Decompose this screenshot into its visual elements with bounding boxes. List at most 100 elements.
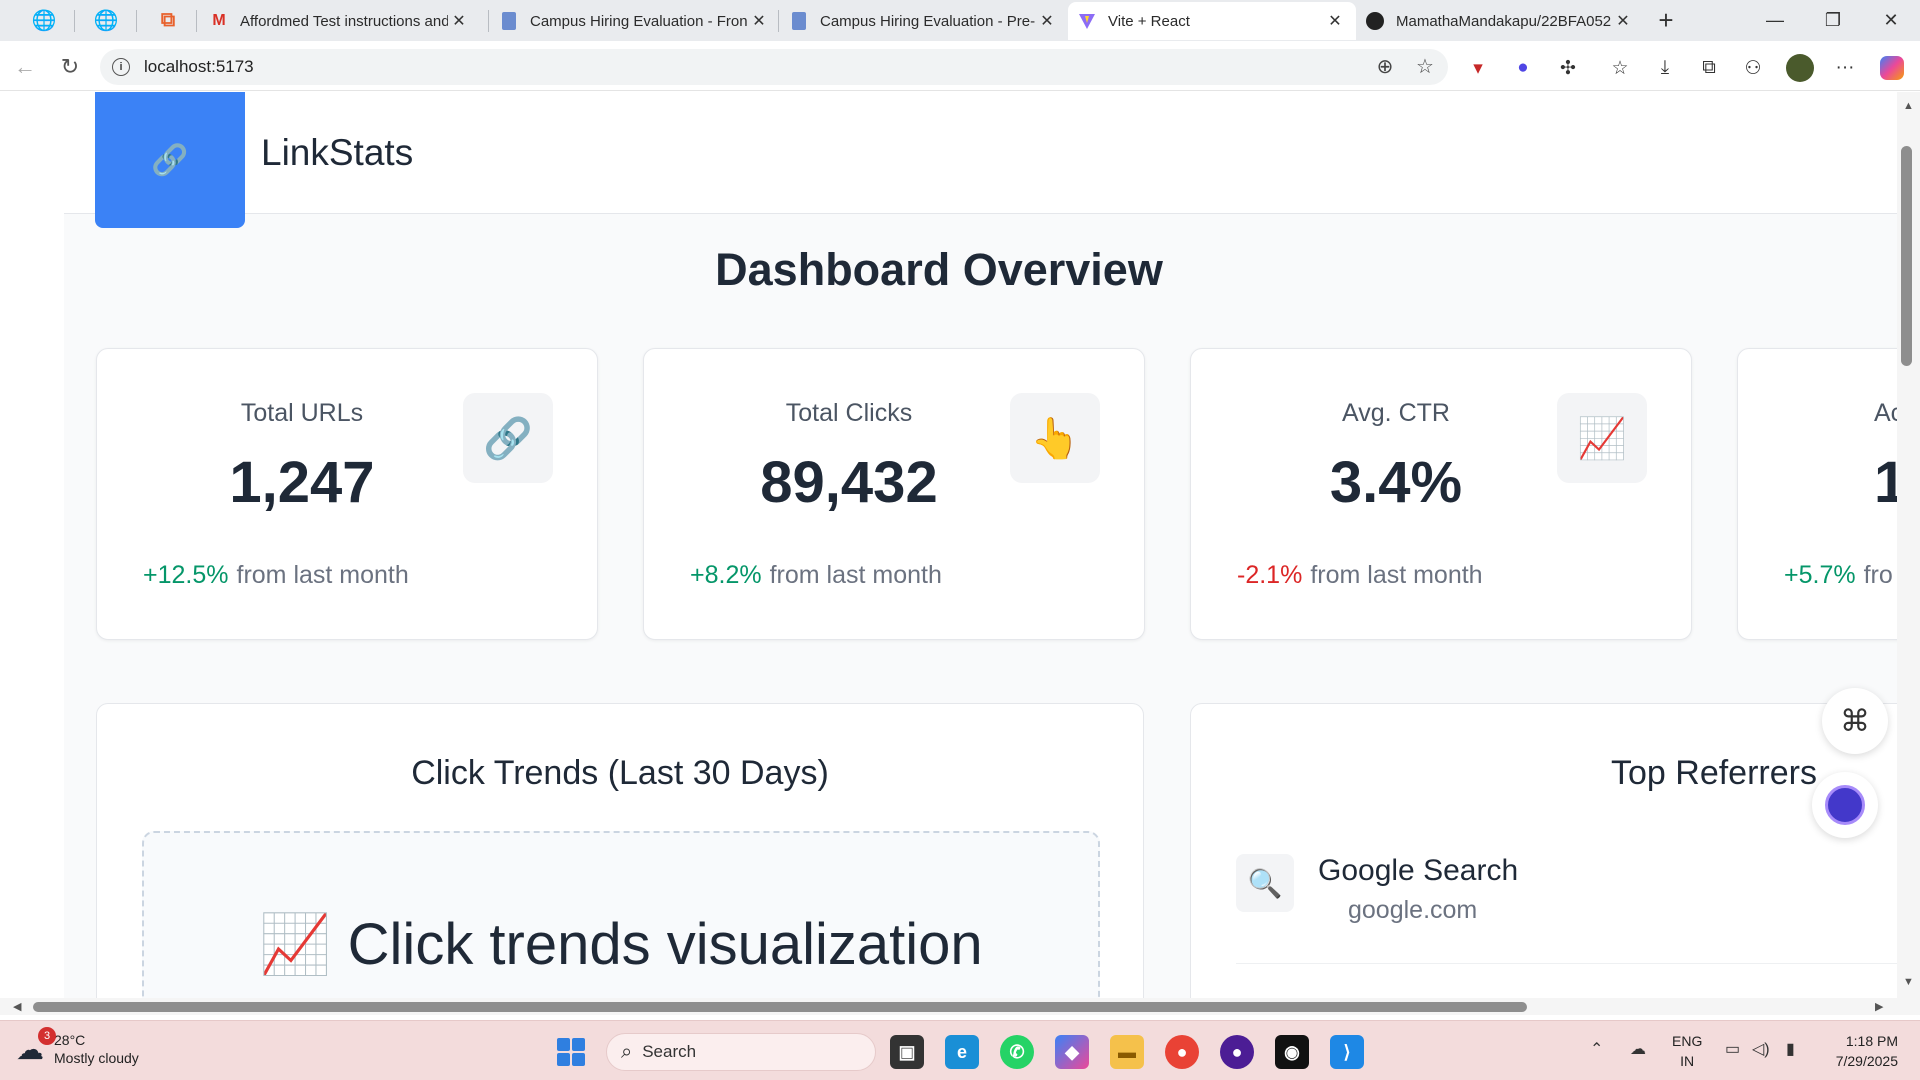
extension-face-icon[interactable]: ● — [1508, 53, 1538, 83]
browser-app-icon[interactable]: ● — [1220, 1035, 1254, 1069]
close-tab-icon[interactable]: ✕ — [1324, 11, 1346, 31]
address-toolbar: ← ↻ i localhost:5173 ⊕ ☆ ▾ ● ✣ ☆ ⤓ ⧉ ⚇ ·… — [0, 41, 1920, 91]
stat-delta-suffix: fro — [1863, 561, 1893, 589]
taskbar-search[interactable]: ⌕ Search — [606, 1033, 876, 1071]
tab-campus-frontend[interactable]: Campus Hiring Evaluation - Fron ✕ — [490, 2, 780, 40]
trend-placeholder-text: 📈 Click trends visualization — [144, 911, 1098, 979]
link-icon: 🔗 — [151, 143, 189, 177]
weather-badge: 3 — [38, 1026, 56, 1045]
weather-widget[interactable]: ☁ 3 28°C Mostly cloudy — [16, 1026, 139, 1067]
assistant-face-icon — [1825, 785, 1865, 825]
floating-assistant-button[interactable] — [1812, 772, 1878, 838]
stat-change: +8.2% from last month — [690, 561, 942, 590]
search-label: Search — [642, 1042, 697, 1061]
brand-name: LinkStats — [261, 132, 414, 173]
restore-icon[interactable]: ❐ — [1808, 4, 1858, 37]
volume-icon[interactable]: ◁) — [1752, 1039, 1770, 1059]
docs-icon — [790, 12, 808, 30]
share-icon[interactable]: ⚇ — [1738, 53, 1768, 83]
weather-desc: Mostly cloudy — [54, 1050, 139, 1066]
pocket-icon[interactable]: ▾ — [1463, 53, 1493, 83]
edge-icon[interactable]: e — [945, 1035, 979, 1069]
close-tab-icon[interactable]: ✕ — [448, 11, 470, 31]
vertical-scroll-thumb[interactable] — [1901, 146, 1912, 366]
downloads-icon[interactable]: ⤓ — [1650, 53, 1680, 83]
referrer-item[interactable]: 🔍 Google Search google.com — [1236, 834, 1897, 964]
tab-title: Vite + React — [1108, 12, 1190, 30]
language-indicator[interactable]: ENG IN — [1672, 1031, 1702, 1071]
floating-apps-button[interactable]: ⌘ — [1822, 688, 1888, 754]
tab-campus-pre[interactable]: Campus Hiring Evaluation - Pre- ✕ — [780, 2, 1068, 40]
pinned-tab-app[interactable]: ⧉ — [146, 4, 190, 37]
system-clock[interactable]: 1:18 PM 7/29/2025 — [1812, 1031, 1898, 1071]
browser-tab-strip: 🌐 🌐 ⧉ M Affordmed Test instructions and … — [0, 0, 1920, 41]
minimize-icon[interactable]: — — [1750, 4, 1800, 37]
favorite-star-icon[interactable]: ☆ — [1408, 49, 1442, 83]
close-tab-icon[interactable]: ✕ — [748, 11, 770, 31]
tab-vite-react[interactable]: Vite + React ✕ — [1068, 2, 1356, 40]
task-view-icon[interactable]: ▣ — [890, 1035, 924, 1069]
pinned-tab-globe[interactable]: 🌐 — [22, 4, 66, 37]
onedrive-icon[interactable]: ☁ — [1630, 1039, 1646, 1059]
tab-affordmed[interactable]: M Affordmed Test instructions and ✕ — [200, 2, 480, 40]
new-tab-button[interactable]: + — [1648, 4, 1684, 37]
chart-up-icon: 📈 — [259, 912, 332, 977]
tray-chevron-icon[interactable]: ⌃ — [1590, 1039, 1603, 1059]
clock-time: 1:18 PM — [1845, 1033, 1898, 1049]
vscode-icon[interactable]: ⟩ — [1330, 1035, 1364, 1069]
page-title: Dashboard Overview — [715, 244, 1163, 295]
horizontal-scroll-thumb[interactable] — [33, 1002, 1527, 1012]
network-icon[interactable]: ▭ — [1725, 1039, 1740, 1059]
copilot-app-icon[interactable]: ◆ — [1055, 1035, 1089, 1069]
referrer-name: Google Search — [1318, 854, 1519, 887]
stat-label: Total Clicks — [785, 399, 913, 427]
close-window-icon[interactable]: ✕ — [1866, 4, 1916, 37]
link-icon: 🔗 — [463, 393, 553, 483]
tab-title: Campus Hiring Evaluation - Pre- — [820, 12, 1036, 30]
stat-value: 89,432 — [760, 450, 938, 515]
start-button[interactable] — [557, 1038, 585, 1066]
close-tab-icon[interactable]: ✕ — [1612, 11, 1634, 31]
extensions-puzzle-icon[interactable]: ✣ — [1553, 53, 1583, 83]
grid-apps-icon: ⌘ — [1840, 704, 1870, 738]
pinned-tab-globe-2[interactable]: 🌐 — [84, 4, 128, 37]
top-referrers-panel: Top Referrers 🔍 Google Search google.com — [1190, 703, 1897, 998]
zoom-icon[interactable]: ⊕ — [1368, 49, 1402, 83]
whatsapp-icon[interactable]: ✆ — [1000, 1035, 1034, 1069]
pointing-hand-icon: 👆 — [1010, 393, 1100, 483]
copilot-icon[interactable] — [1877, 53, 1907, 83]
github-desktop-icon[interactable]: ◉ — [1275, 1035, 1309, 1069]
stat-label: Ac — [1874, 399, 1897, 427]
tab-github[interactable]: MamathaMandakapu/22BFA052 ✕ — [1356, 2, 1644, 40]
stat-card-avg-ctr: Avg. CTR 3.4% 📈 -2.1% from last month — [1190, 348, 1692, 640]
profile-avatar[interactable] — [1785, 53, 1815, 83]
stat-label: Total URLs — [240, 399, 364, 427]
chrome-icon[interactable]: ● — [1165, 1035, 1199, 1069]
battery-icon[interactable]: ▮ — [1786, 1039, 1795, 1059]
file-explorer-icon[interactable]: ▬ — [1110, 1035, 1144, 1069]
back-arrow-icon[interactable]: ← — [8, 50, 42, 84]
app-shell: 🔗 LinkStats Dashboard Overview Total URL… — [6, 92, 1897, 998]
logo[interactable]: 🔗 — [95, 92, 245, 228]
scroll-left-arrow[interactable]: ◀ — [13, 1000, 21, 1013]
panel-title: Top Referrers — [1611, 754, 1817, 792]
windows-taskbar: ☁ 3 28°C Mostly cloudy ⌕ Search ▣ e ✆ ◆ ▬… — [0, 1020, 1920, 1080]
stat-change: -2.1% from last month — [1237, 561, 1483, 590]
favorites-icon[interactable]: ☆ — [1605, 53, 1635, 83]
placeholder-label: Click trends visualization — [347, 912, 983, 977]
panel-title: Click Trends (Last 30 Days) — [411, 754, 829, 792]
scroll-down-arrow[interactable]: ▼ — [1903, 976, 1914, 988]
site-info-icon[interactable]: i — [112, 58, 130, 76]
url-text: localhost:5173 — [144, 57, 254, 76]
vite-icon — [1078, 12, 1096, 30]
url-bar[interactable]: i localhost:5173 — [100, 49, 1448, 85]
scroll-up-arrow[interactable]: ▲ — [1903, 100, 1914, 112]
close-tab-icon[interactable]: ✕ — [1036, 11, 1058, 31]
collections-icon[interactable]: ⧉ — [1694, 53, 1724, 83]
dashboard-main: Dashboard Overview Total URLs 1,247 🔗 +1… — [64, 214, 1897, 998]
stat-change: +5.7% fro — [1784, 561, 1893, 590]
more-menu-icon[interactable]: ··· — [1830, 53, 1860, 83]
search-icon: 🔍 — [1236, 854, 1294, 912]
scroll-right-arrow[interactable]: ▶ — [1875, 1000, 1883, 1013]
reload-icon[interactable]: ↻ — [53, 50, 87, 84]
